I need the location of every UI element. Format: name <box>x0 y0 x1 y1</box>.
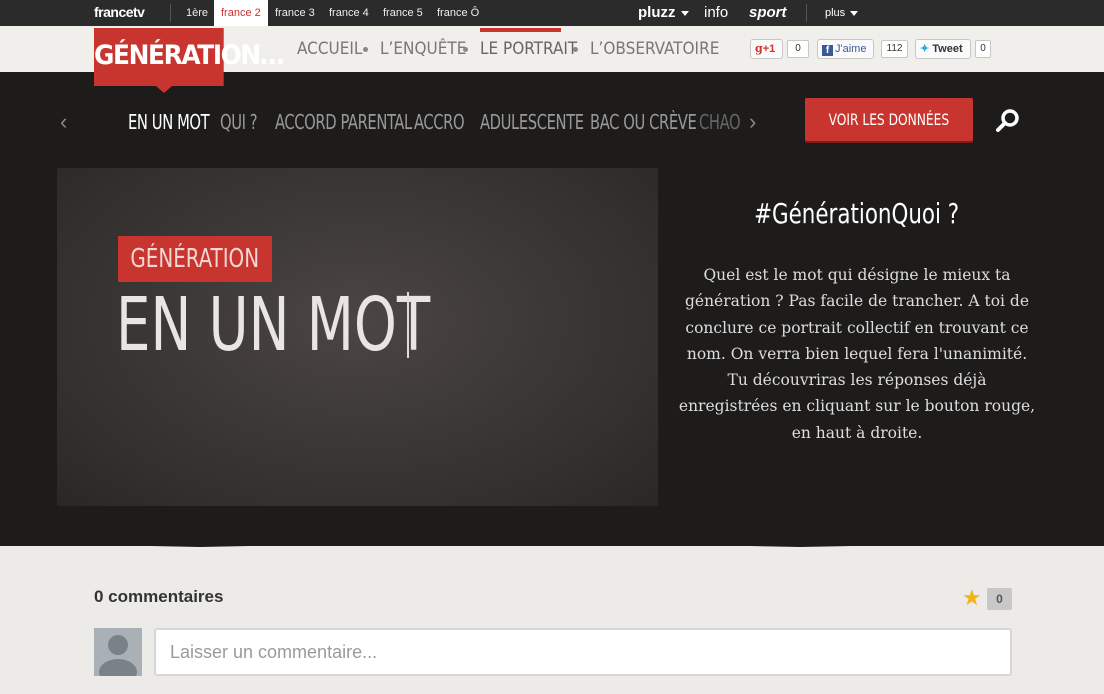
francetv-bar: francetv 1ère france 2 france 3 france 4… <box>0 0 1104 26</box>
gplus-button[interactable]: g+1 <box>750 39 783 59</box>
channel-france4[interactable]: france 4 <box>322 0 376 26</box>
gplus-label: +1 <box>762 43 776 55</box>
torn-edge <box>0 540 1104 547</box>
nav-separator <box>463 47 468 52</box>
text-cursor <box>407 292 409 358</box>
subnav-en-un-mot[interactable]: EN UN MOT <box>128 107 210 137</box>
nav-accueil[interactable]: ACCUEIL <box>297 26 362 72</box>
divider <box>806 4 807 22</box>
chevron-left-icon[interactable]: ‹ <box>60 111 67 133</box>
channel-1ere[interactable]: 1ère <box>179 0 215 26</box>
comment-input[interactable] <box>154 628 1012 676</box>
gplus-count: 0 <box>787 40 809 58</box>
tweet-count: 0 <box>975 40 991 58</box>
facebook-like-button[interactable]: f J'aime <box>817 39 874 59</box>
voir-donnees-label: VOIR LES DONNÉES <box>828 110 950 129</box>
comments-title: 0 commentaires <box>94 587 224 606</box>
pluzz-menu[interactable]: pluzz <box>638 0 689 26</box>
info-link[interactable]: info <box>704 0 728 26</box>
user-icon <box>99 635 137 676</box>
subnav-accord-parental[interactable]: ACCORD PARENTAL <box>275 107 412 137</box>
hero-word: EN UN MOT <box>116 282 431 368</box>
divider <box>170 4 171 22</box>
nav-separator <box>363 47 368 52</box>
chevron-down-icon <box>850 10 859 16</box>
francetv-logo[interactable]: francetv <box>94 4 145 20</box>
tweet-label: Tweet <box>932 43 963 55</box>
chevron-down-icon <box>680 10 689 16</box>
subnav-adulescente[interactable]: ADULESCENTE <box>480 107 584 137</box>
gplus-icon: g <box>755 42 763 55</box>
star-count: 0 <box>987 588 1012 610</box>
site-logo[interactable]: GÉNÉRATION… <box>94 28 285 86</box>
hashtag-title: #GénérationQuoi ? <box>676 196 1038 232</box>
facebook-icon: f <box>822 45 833 56</box>
subnav-accro[interactable]: ACCRO <box>414 107 465 137</box>
channel-franceo[interactable]: france Ô <box>430 0 486 26</box>
channel-france5[interactable]: france 5 <box>376 0 430 26</box>
star-icon[interactable]: ★ <box>962 586 982 610</box>
nav-enquete[interactable]: L’ENQUÊTE <box>380 26 466 72</box>
nav-separator <box>573 47 578 52</box>
hashtag-text: #GénérationQuoi ? <box>754 197 960 230</box>
nav-observatoire[interactable]: L’OBSERVATOIRE <box>590 26 719 72</box>
facebook-like-count: 112 <box>881 40 908 58</box>
hero-description: Quel est le mot qui désigne le mieux ta … <box>678 266 1036 442</box>
subnav-bac-ou-creve[interactable]: BAC OU CRÈVE <box>590 107 697 137</box>
tweet-button[interactable]: ✦ Tweet <box>915 39 971 59</box>
pluzz-label: pluzz <box>638 4 676 21</box>
nav-portrait[interactable]: LE PORTRAIT <box>480 26 577 72</box>
subnav-chao[interactable]: CHAO <box>699 107 742 137</box>
plus-label: plus <box>825 7 846 19</box>
channel-france2[interactable]: france 2 <box>214 0 268 26</box>
channel-france3[interactable]: france 3 <box>268 0 322 26</box>
voir-donnees-button[interactable]: VOIR LES DONNÉES <box>805 98 973 141</box>
avatar <box>94 628 142 676</box>
generation-tag-label: GÉNÉRATION <box>130 244 260 274</box>
search-icon[interactable] <box>994 107 1022 135</box>
facebook-like-label: J'aime <box>835 43 867 55</box>
sport-link[interactable]: sport <box>749 0 787 26</box>
plus-menu[interactable]: plus <box>825 0 859 26</box>
chevron-right-icon[interactable]: › <box>749 111 756 133</box>
generation-tag: GÉNÉRATION <box>118 236 272 282</box>
twitter-icon: ✦ <box>920 43 930 55</box>
logo-pointer <box>156 86 172 93</box>
subnav-qui[interactable]: QUI ? <box>220 107 258 137</box>
